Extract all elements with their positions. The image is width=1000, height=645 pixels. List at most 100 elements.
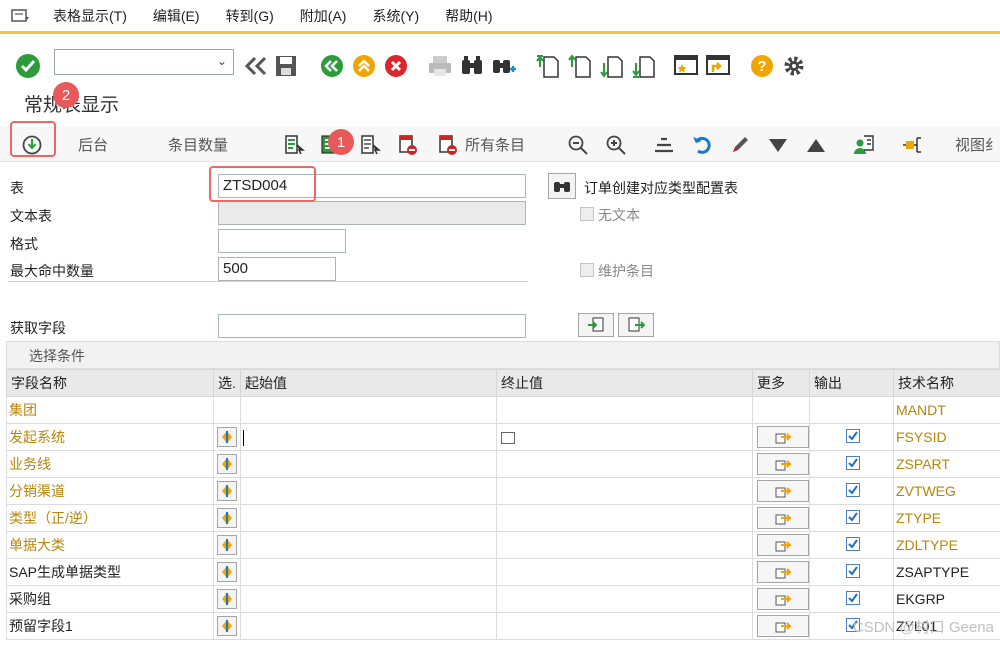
more-options-button[interactable] — [757, 480, 809, 502]
more-options-button[interactable] — [757, 588, 809, 610]
header-sel[interactable]: 选. — [213, 369, 241, 397]
background-button[interactable]: 后台 — [78, 132, 108, 156]
find-next-icon[interactable] — [490, 52, 518, 80]
enter-icon[interactable] — [14, 52, 42, 80]
more-cell[interactable] — [752, 450, 810, 478]
output-cell[interactable] — [809, 477, 894, 505]
triangle-up-icon[interactable] — [804, 133, 828, 157]
zoom-out-icon[interactable] — [566, 133, 590, 157]
header-output[interactable]: 输出 — [809, 369, 894, 397]
green-back-icon[interactable] — [318, 52, 346, 80]
from-value-input[interactable] — [240, 612, 497, 640]
pen-icon[interactable] — [728, 133, 752, 157]
to-value-input[interactable] — [496, 612, 753, 640]
output-cell[interactable] — [809, 558, 894, 586]
shortcut-icon[interactable] — [704, 52, 732, 80]
selection-option-cell[interactable] — [213, 558, 241, 586]
fetch-fields-input[interactable] — [218, 314, 526, 338]
command-field[interactable]: ⌄ — [54, 49, 234, 75]
more-options-button[interactable] — [757, 534, 809, 556]
header-to[interactable]: 终止值 — [496, 369, 753, 397]
from-value-input[interactable] — [240, 504, 497, 532]
chevron-down-icon[interactable]: ⌄ — [217, 54, 227, 68]
selection-option-icon[interactable] — [217, 562, 237, 582]
layout-input[interactable] — [218, 229, 346, 253]
selection-option-cell[interactable] — [213, 423, 241, 451]
output-checkbox[interactable] — [846, 510, 860, 524]
save-icon[interactable] — [272, 52, 300, 80]
menu-edit[interactable]: 编辑(E) — [153, 6, 200, 26]
to-value-input[interactable] — [496, 585, 753, 613]
more-cell[interactable] — [752, 504, 810, 532]
settings-icon[interactable] — [780, 52, 808, 80]
output-checkbox[interactable] — [846, 564, 860, 578]
undo-icon[interactable] — [690, 133, 714, 157]
max-hits-input[interactable]: 500 — [218, 257, 336, 281]
selection-option-cell[interactable] — [213, 585, 241, 613]
list-grey-icon[interactable] — [358, 133, 382, 157]
triangle-down-icon[interactable] — [766, 133, 790, 157]
more-cell[interactable] — [752, 531, 810, 559]
from-value-input[interactable] — [240, 558, 497, 586]
selection-option-cell[interactable] — [213, 477, 241, 505]
header-more[interactable]: 更多 — [752, 369, 810, 397]
selection-option-cell[interactable] — [213, 612, 241, 640]
menu-system[interactable]: 系统(Y) — [372, 6, 419, 26]
from-value-input[interactable] — [240, 423, 497, 451]
more-cell[interactable] — [752, 585, 810, 613]
more-options-button[interactable] — [757, 426, 809, 448]
output-cell[interactable] — [809, 504, 894, 532]
to-value-input[interactable] — [496, 531, 753, 559]
layout-button[interactable]: 视图纟 — [955, 132, 1000, 156]
selection-option-icon[interactable] — [217, 616, 237, 636]
more-options-button[interactable] — [757, 615, 809, 637]
output-cell[interactable] — [809, 423, 894, 451]
menu-help[interactable]: 帮助(H) — [445, 6, 492, 26]
from-value-input[interactable] — [240, 450, 497, 478]
help-icon[interactable]: ? — [748, 52, 776, 80]
output-cell[interactable] — [809, 531, 894, 559]
more-options-button[interactable] — [757, 507, 809, 529]
more-cell[interactable] — [752, 477, 810, 505]
to-value-input[interactable] — [496, 423, 753, 451]
selection-option-cell[interactable] — [213, 450, 241, 478]
fetch-fields-select-button[interactable] — [578, 313, 614, 337]
selection-option-icon[interactable] — [217, 535, 237, 555]
menu-window-icon[interactable] — [10, 8, 32, 24]
user-list-icon[interactable] — [852, 133, 876, 157]
delete-entry-icon[interactable] — [396, 133, 420, 157]
zoom-in-icon[interactable] — [604, 133, 628, 157]
menu-goto[interactable]: 转到(G) — [226, 6, 274, 26]
exit-icon[interactable] — [350, 52, 378, 80]
more-cell[interactable] — [752, 558, 810, 586]
list-select-icon[interactable] — [282, 133, 306, 157]
output-checkbox[interactable] — [846, 429, 860, 443]
selection-option-icon[interactable] — [217, 508, 237, 528]
last-page-icon[interactable] — [630, 52, 658, 80]
prev-page-icon[interactable] — [566, 52, 594, 80]
cancel-icon[interactable] — [382, 52, 410, 80]
selection-option-icon[interactable] — [217, 454, 237, 474]
output-checkbox[interactable] — [846, 537, 860, 551]
menu-table-display[interactable]: 表格显示(T) — [53, 6, 127, 26]
output-checkbox[interactable] — [846, 456, 860, 470]
output-checkbox[interactable] — [846, 591, 860, 605]
selection-option-icon[interactable] — [217, 589, 237, 609]
more-options-button[interactable] — [757, 561, 809, 583]
more-cell[interactable] — [752, 612, 810, 640]
delete-all-icon[interactable] — [436, 133, 460, 157]
selection-option-icon[interactable] — [217, 481, 237, 501]
selection-option-cell[interactable] — [213, 504, 241, 532]
output-cell[interactable] — [809, 450, 894, 478]
more-cell[interactable] — [752, 423, 810, 451]
selection-option-icon[interactable] — [217, 427, 237, 447]
to-value-input[interactable] — [496, 450, 753, 478]
output-checkbox[interactable] — [846, 483, 860, 497]
new-session-icon[interactable] — [672, 52, 700, 80]
structure-icon[interactable] — [900, 133, 924, 157]
output-cell[interactable] — [809, 585, 894, 613]
to-value-input[interactable] — [496, 558, 753, 586]
menu-extras[interactable]: 附加(A) — [300, 6, 347, 26]
to-value-input[interactable] — [496, 504, 753, 532]
entry-count-button[interactable]: 条目数量 — [168, 132, 228, 156]
